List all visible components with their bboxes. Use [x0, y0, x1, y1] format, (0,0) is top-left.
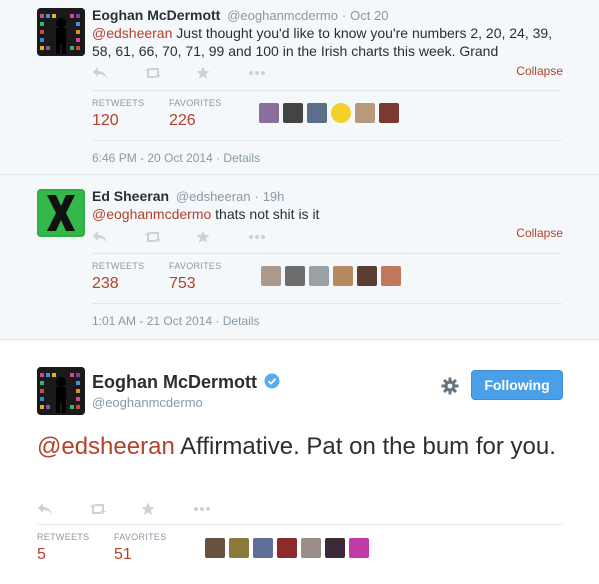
- retweets-count[interactable]: 120: [92, 112, 119, 130]
- reply-icon[interactable]: [92, 229, 144, 245]
- favorites-label: FAVORITES: [169, 98, 222, 108]
- avatar[interactable]: [307, 103, 327, 123]
- tweet-1: Eoghan McDermott @eoghanmcdermo · Oct 20…: [0, 0, 599, 175]
- divider: [92, 90, 562, 91]
- divider: [37, 524, 563, 525]
- avatar[interactable]: [357, 266, 377, 286]
- favorites-count[interactable]: 51: [114, 546, 132, 564]
- divider: [92, 253, 562, 254]
- author-handle[interactable]: @eoghanmcdermo: [227, 8, 338, 23]
- timestamp-line: 6:46 PM - 20 Oct 2014 · Details: [92, 151, 261, 165]
- avatar[interactable]: [229, 538, 249, 558]
- details-link[interactable]: Details: [223, 314, 260, 328]
- tweet-text: @eoghanmcdermo thats not shit is it: [92, 205, 562, 223]
- author-name[interactable]: Ed Sheeran: [92, 188, 169, 204]
- mention-link[interactable]: @edsheeran: [92, 25, 172, 41]
- timestamp[interactable]: 6:46 PM - 20 Oct 2014: [92, 151, 213, 165]
- divider: [92, 140, 562, 141]
- author-line: Eoghan McDermott @eoghanmcdermo · Oct 20: [92, 7, 388, 23]
- avatar[interactable]: [309, 266, 329, 286]
- mention-link[interactable]: @eoghanmcdermo: [92, 206, 211, 222]
- star-icon[interactable]: [196, 65, 248, 81]
- favoriters-avatars: [261, 266, 401, 286]
- avatar[interactable]: [261, 266, 281, 286]
- retweets-label: RETWEETS: [37, 532, 90, 542]
- favorites-count[interactable]: 753: [169, 275, 196, 293]
- star-icon[interactable]: [196, 229, 248, 245]
- favorites-label: FAVORITES: [114, 532, 167, 542]
- avatar[interactable]: [37, 189, 85, 237]
- tweet-date[interactable]: Oct 20: [350, 8, 388, 23]
- more-icon[interactable]: [248, 229, 300, 245]
- timestamp[interactable]: 1:01 AM - 21 Oct 2014: [92, 314, 212, 328]
- following-button[interactable]: Following: [471, 370, 563, 400]
- retweets-count[interactable]: 5: [37, 546, 46, 564]
- verified-icon: [264, 373, 280, 394]
- collapse-link[interactable]: Collapse: [516, 226, 563, 240]
- divider: [92, 303, 562, 304]
- favorites-label: FAVORITES: [169, 261, 222, 271]
- retweets-label: RETWEETS: [92, 261, 145, 271]
- tweet-actions: [92, 229, 300, 245]
- tweet-text: @edsheeran Affirmative. Pat on the bum f…: [37, 431, 567, 463]
- favoriters-avatars: [259, 103, 399, 123]
- favoriters-avatars: [205, 538, 369, 558]
- gear-icon[interactable]: [441, 377, 459, 395]
- tweet-text: @edsheeran Just thought you'd like to kn…: [92, 24, 562, 60]
- details-link[interactable]: Details: [223, 151, 260, 165]
- avatar[interactable]: [259, 103, 279, 123]
- avatar[interactable]: [349, 538, 369, 558]
- separator-dot: ·: [254, 189, 259, 204]
- author-handle[interactable]: @edsheeran: [176, 189, 251, 204]
- more-icon[interactable]: [248, 65, 300, 81]
- avatar[interactable]: [355, 103, 375, 123]
- avatar[interactable]: [381, 266, 401, 286]
- author-name-line: Eoghan McDermott: [92, 372, 280, 394]
- author-handle[interactable]: @eoghanmcdermo: [92, 395, 203, 410]
- favorites-count[interactable]: 226: [169, 112, 196, 130]
- avatar[interactable]: [253, 538, 273, 558]
- author-name[interactable]: Eoghan McDermott: [92, 7, 220, 23]
- tweet-actions: [92, 65, 300, 81]
- retweets-label: RETWEETS: [92, 98, 145, 108]
- tweet-body: Affirmative. Pat on the bum for you.: [174, 433, 556, 460]
- avatar[interactable]: [285, 266, 305, 286]
- avatar[interactable]: [283, 103, 303, 123]
- avatar[interactable]: [37, 8, 85, 56]
- collapse-link[interactable]: Collapse: [516, 64, 563, 78]
- reply-icon[interactable]: [92, 65, 144, 81]
- timestamp-line: 1:01 AM - 21 Oct 2014 · Details: [92, 314, 260, 328]
- tweet-2: Ed Sheeran @edsheeran · 19h @eoghanmcder…: [0, 176, 599, 340]
- avatar[interactable]: [331, 103, 351, 123]
- retweet-icon[interactable]: [89, 501, 141, 517]
- reply-icon[interactable]: [37, 501, 89, 517]
- avatar[interactable]: [205, 538, 225, 558]
- author-name[interactable]: Eoghan McDermott: [92, 372, 257, 392]
- tweet-actions: [37, 501, 245, 517]
- tweet-body: thats not shit is it: [211, 206, 320, 222]
- main-tweet: Eoghan McDermott @eoghanmcdermo Followin…: [0, 341, 599, 584]
- retweet-icon[interactable]: [144, 65, 196, 81]
- mention-link[interactable]: @edsheeran: [37, 433, 175, 460]
- retweet-icon[interactable]: [144, 229, 196, 245]
- avatar[interactable]: [301, 538, 321, 558]
- author-line: Ed Sheeran @edsheeran · 19h: [92, 188, 284, 204]
- avatar[interactable]: [277, 538, 297, 558]
- avatar[interactable]: [37, 367, 85, 415]
- separator-dot: ·: [341, 8, 347, 23]
- more-icon[interactable]: [193, 501, 245, 517]
- avatar[interactable]: [379, 103, 399, 123]
- star-icon[interactable]: [141, 501, 193, 517]
- retweets-count[interactable]: 238: [92, 275, 119, 293]
- avatar[interactable]: [333, 266, 353, 286]
- tweet-date[interactable]: 19h: [263, 189, 285, 204]
- avatar[interactable]: [325, 538, 345, 558]
